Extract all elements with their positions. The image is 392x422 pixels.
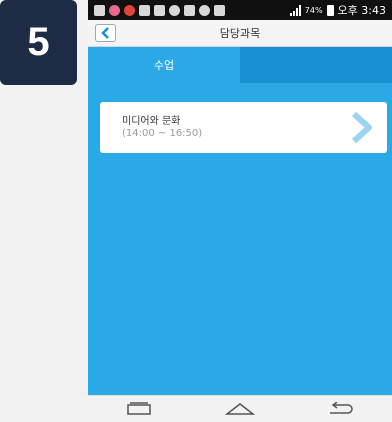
alarm-icon [199,4,210,16]
tab-label: 수업 [153,59,175,72]
signal-icon [289,4,301,16]
back-button[interactable] [95,24,116,42]
course-time: (14:00 ~ 16:50) [122,127,203,139]
home-button[interactable] [215,398,265,420]
lock-icon [139,4,150,16]
tab-classes[interactable]: 수업 [88,47,240,83]
chevron-right-icon [351,111,372,144]
image-icon [154,4,165,16]
usb-icon [94,4,105,16]
app-header: 담당과목 [88,20,392,47]
step-number: 5 [27,20,50,64]
nfc-icon [184,4,195,16]
recent-apps-icon [126,402,151,415]
battery-percent: 74% [304,5,323,15]
clock: 오후 3:43 [337,4,386,17]
bluetooth-icon [169,4,180,16]
back-arrow-icon [330,402,354,414]
navigation-bar [88,395,392,422]
chevron-left-icon [100,27,109,39]
back-nav-button[interactable] [316,398,366,420]
phone-screen: 74% 오후 3:43 담당과목 수업 미디어와 문화 (14:00 ~ 16:… [88,0,392,422]
course-list-item[interactable]: 미디어와 문화 (14:00 ~ 16:50) [100,102,387,153]
message-icon [109,4,120,16]
home-icon [224,403,255,415]
page-title: 담당과목 [219,27,261,40]
main-content: 수업 미디어와 문화 (14:00 ~ 16:50) [88,47,392,395]
alert-icon [124,4,135,16]
tab-second[interactable] [240,47,392,83]
recent-apps-button[interactable] [114,398,164,420]
step-number-badge: 5 [0,0,77,85]
battery-icon [326,4,334,16]
notification-icons [94,4,225,16]
course-name: 미디어와 문화 [122,115,181,127]
status-bar: 74% 오후 3:43 [88,0,392,20]
network-icon [214,4,225,16]
tab-bar: 수업 [88,47,392,83]
